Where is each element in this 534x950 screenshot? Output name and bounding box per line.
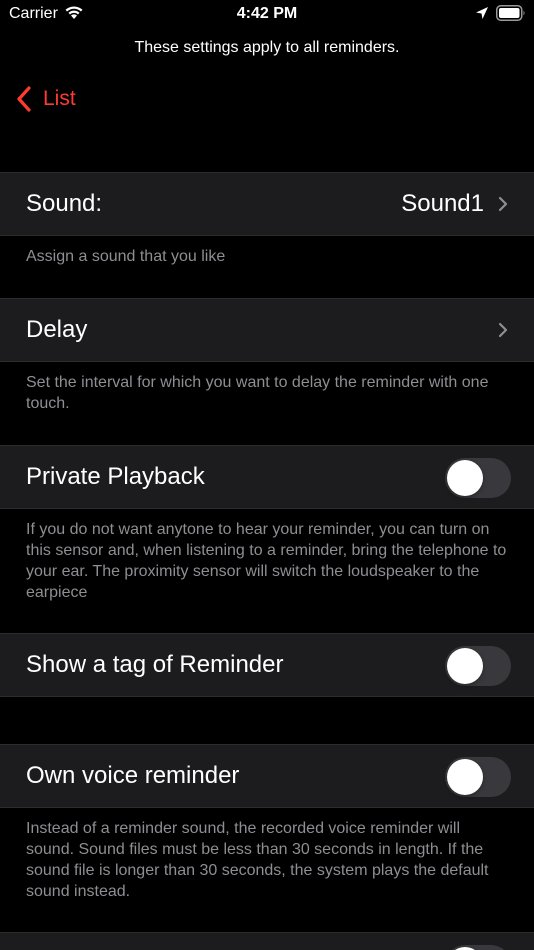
back-label: List	[43, 87, 76, 110]
show-tag-toggle[interactable]	[445, 646, 511, 686]
private-playback-label: Private Playback	[26, 463, 205, 490]
private-playback-toggle[interactable]	[445, 458, 511, 498]
clock: 4:42 PM	[236, 5, 298, 22]
own-voice-toggle[interactable]	[445, 757, 511, 797]
sound-footer: Assign a sound that you like	[26, 248, 226, 265]
chevron-right-icon	[498, 322, 508, 338]
sound-row[interactable]: Sound: Sound1	[0, 172, 534, 236]
status-bar: Carrier 4:42 PM	[0, 0, 534, 28]
location-arrow-icon	[476, 7, 488, 19]
delay-row[interactable]: Delay	[0, 298, 534, 362]
next-setting-row	[0, 932, 534, 950]
toggle-knob	[447, 648, 483, 684]
next-setting-toggle[interactable]	[445, 945, 511, 950]
chevron-left-icon	[17, 86, 31, 112]
show-tag-row: Show a tag of Reminder	[0, 633, 534, 697]
delay-label: Delay	[26, 316, 88, 343]
own-voice-footer: Instead of a reminder sound, the recorde…	[26, 820, 489, 900]
own-voice-row: Own voice reminder	[0, 744, 534, 808]
toggle-knob	[447, 759, 483, 795]
chevron-right-icon	[498, 196, 508, 212]
toggle-knob	[447, 460, 483, 496]
battery-icon	[496, 5, 525, 21]
back-button[interactable]: List	[16, 85, 76, 113]
private-playback-row: Private Playback	[0, 445, 534, 509]
show-tag-label: Show a tag of Reminder	[26, 651, 284, 678]
sound-value: Sound1	[401, 190, 484, 217]
sound-label: Sound:	[26, 190, 103, 217]
own-voice-label: Own voice reminder	[26, 762, 240, 789]
delay-footer: Set the interval for which you want to d…	[26, 374, 489, 412]
private-playback-footer: If you do not want anytone to hear your …	[26, 521, 507, 601]
settings-notice: These settings apply to all reminders.	[134, 39, 400, 56]
